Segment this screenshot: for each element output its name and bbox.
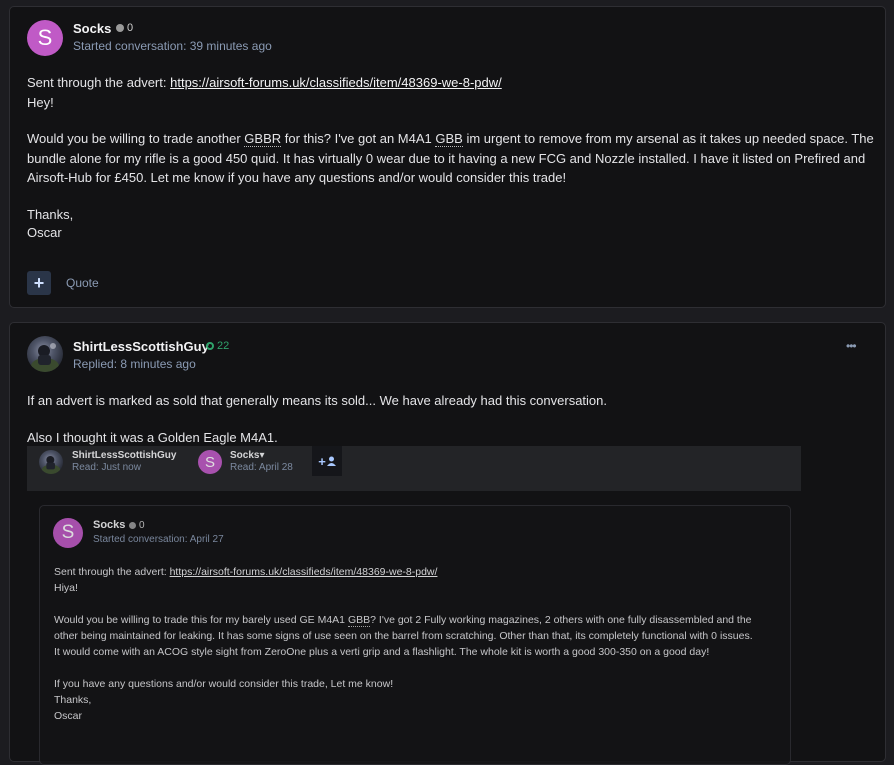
read-receipts-bar: ShirtLessScottishGuy Read: Just now S So… bbox=[27, 446, 801, 491]
reputation-badge[interactable]: 22 bbox=[206, 340, 229, 352]
avatar-photo-icon bbox=[31, 343, 59, 372]
reputation-positive-icon bbox=[206, 342, 214, 350]
message-meta[interactable]: Started conversation: April 27 bbox=[93, 534, 224, 545]
reputation-neutral-icon bbox=[129, 522, 136, 529]
text-span: ? I've got 2 Fully working magazines, 2 … bbox=[370, 614, 752, 626]
reputation-count: 0 bbox=[127, 22, 134, 34]
advert-line: Sent through the advert: https://airsoft… bbox=[54, 566, 437, 578]
avatar-socks[interactable]: S bbox=[53, 518, 83, 548]
reputation-badge[interactable]: 0 bbox=[129, 520, 145, 531]
text-span: Would you be willing to trade another bbox=[27, 131, 245, 146]
paragraph-line-3: Airsoft-Hub for £450. Let me know if you… bbox=[27, 170, 567, 185]
reputation-badge[interactable]: 0 bbox=[116, 22, 133, 34]
signature: Oscar bbox=[27, 225, 62, 240]
advert-prefix: Sent through the advert: bbox=[27, 75, 171, 90]
paragraph-line-2: bundle alone for my rifle is a good 450 … bbox=[27, 151, 866, 166]
paragraph-line-2: other being maintained for leaking. It h… bbox=[54, 630, 753, 642]
message-meta[interactable]: Replied: 8 minutes ago bbox=[73, 357, 196, 371]
reply-line-1: If an advert is marked as sold that gene… bbox=[27, 393, 608, 408]
author-name[interactable]: ShirtLessScottishGuy bbox=[73, 339, 209, 354]
reader-name[interactable]: Socks▾ bbox=[230, 450, 265, 461]
reputation-count: 22 bbox=[217, 340, 230, 352]
reader-avatar-shirtlessscottishguy[interactable] bbox=[39, 450, 63, 474]
text-span: for this? I've got an M4A1 bbox=[281, 131, 436, 146]
reader-name-text: Socks bbox=[230, 450, 260, 461]
react-plus-button[interactable]: + bbox=[27, 271, 51, 295]
thanks: Thanks, bbox=[27, 207, 74, 222]
paragraph-line-1: Would you be willing to trade this for m… bbox=[54, 614, 752, 627]
abbr-gbb[interactable]: GBB bbox=[435, 131, 463, 147]
paragraph-2: If you have any questions and/or would c… bbox=[54, 678, 394, 690]
text-span: Would you be willing to trade this for m… bbox=[54, 614, 348, 626]
abbr-gbb[interactable]: GBB bbox=[347, 614, 371, 627]
reader-status: Read: Just now bbox=[72, 462, 141, 473]
text-span: im urgent to remove from my arsenal as i… bbox=[462, 131, 874, 146]
greeting: Hiya! bbox=[54, 582, 78, 594]
user-icon bbox=[326, 456, 336, 466]
reputation-neutral-icon bbox=[116, 24, 124, 32]
reply-line-2: Also I thought it was a Golden Eagle M4A… bbox=[27, 430, 278, 445]
advert-line: Sent through the advert: https://airsoft… bbox=[27, 75, 502, 90]
reader-photo-icon bbox=[41, 456, 61, 474]
chevron-down-icon: ▾ bbox=[259, 450, 265, 461]
paragraph-line-1: Would you be willing to trade another GB… bbox=[27, 131, 874, 147]
advert-prefix: Sent through the advert: bbox=[54, 566, 170, 578]
quote-button[interactable]: Quote bbox=[66, 276, 99, 290]
greeting: Hey! bbox=[27, 95, 54, 110]
reader-status: Read: April 28 bbox=[230, 462, 293, 473]
thanks: Thanks, bbox=[54, 694, 92, 706]
more-options-button[interactable]: ••• bbox=[846, 339, 857, 353]
reader-name[interactable]: ShirtLessScottishGuy bbox=[72, 450, 176, 461]
signature: Oscar bbox=[54, 710, 83, 722]
avatar-socks[interactable]: S bbox=[27, 20, 63, 56]
avatar-shirtlessscottishguy[interactable] bbox=[27, 336, 63, 372]
author-name[interactable]: Socks bbox=[93, 519, 125, 531]
reader-avatar-socks[interactable]: S bbox=[198, 450, 222, 474]
add-participant-button[interactable]: + bbox=[312, 446, 342, 476]
plus-icon: + bbox=[318, 453, 326, 469]
advert-link[interactable]: https://airsoft-forums.uk/classifieds/it… bbox=[170, 75, 502, 90]
advert-link[interactable]: https://airsoft-forums.uk/classifieds/it… bbox=[170, 566, 438, 578]
paragraph-line-3: It would come with an ACOG style sight f… bbox=[54, 646, 710, 658]
message-meta[interactable]: Started conversation: 39 minutes ago bbox=[73, 39, 272, 53]
message-card-1: S Socks 0 Started conversation: 39 minut… bbox=[9, 6, 886, 308]
quoted-message-card: S Socks 0 Started conversation: April 27… bbox=[39, 505, 791, 765]
author-name[interactable]: Socks bbox=[73, 21, 111, 36]
reputation-count: 0 bbox=[139, 520, 145, 531]
abbr-gbbr[interactable]: GBBR bbox=[244, 131, 282, 147]
